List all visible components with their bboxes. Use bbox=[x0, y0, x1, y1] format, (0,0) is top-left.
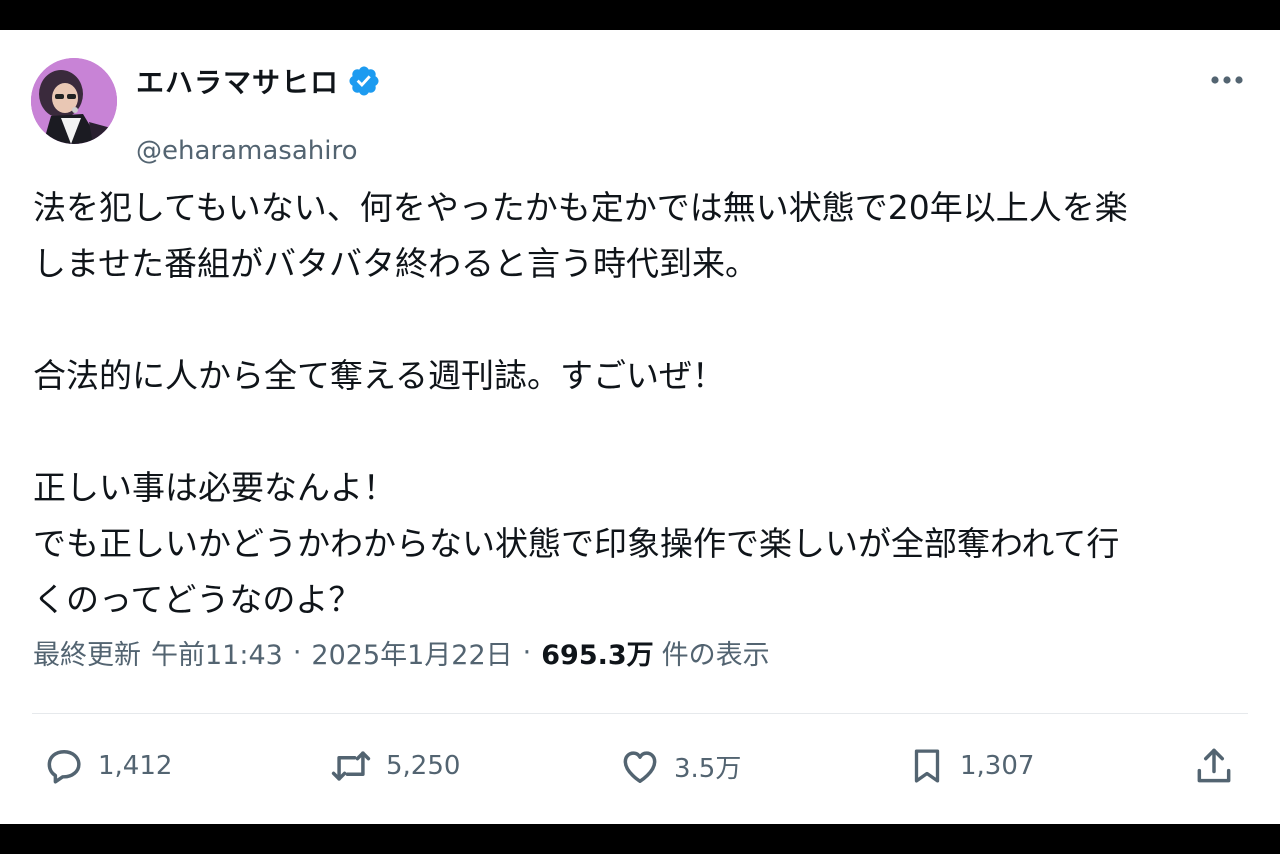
tweet-text-line: でも正しいかどうかわからない状態で印象操作で楽しいが全部奪われて行 bbox=[33, 524, 1120, 563]
bookmark-count: 1,307 bbox=[960, 751, 1035, 781]
tweet-text: 法を犯してもいない、何をやったかも定かでは無い状態で20年以上人を楽 しませた番… bbox=[33, 180, 1253, 628]
handle[interactable]: @eharamasahiro bbox=[136, 136, 358, 166]
tweet-text-line: 正しい事は必要なんよ！ bbox=[33, 468, 396, 507]
meta-separator: · bbox=[292, 637, 302, 668]
tweet-text-line: 法を犯してもいない、何をやったかも定かでは無い状態で20年以上人を楽 bbox=[33, 188, 1128, 227]
reply-icon bbox=[42, 744, 86, 788]
tweet-text-line: くのってどうなのよ？ bbox=[33, 580, 362, 619]
author-name-row: エハラマサヒロ bbox=[136, 63, 381, 99]
like-button[interactable]: 3.5万 bbox=[618, 740, 741, 792]
reply-count: 1,412 bbox=[98, 751, 173, 781]
tweet-time[interactable]: 午前11:43 bbox=[151, 633, 283, 672]
letterbox-bottom bbox=[0, 824, 1280, 854]
views-label: 件の表示 bbox=[661, 640, 770, 671]
bookmark-button[interactable]: 1,307 bbox=[906, 740, 1034, 792]
meta-separator: · bbox=[522, 637, 532, 668]
verified-badge-icon bbox=[347, 64, 381, 98]
tweet-card: エハラマサヒロ @eharamasahiro 法を犯してもいない、何をやったかも… bbox=[0, 30, 1280, 824]
tweet-text-line: 合法的に人から全て奪える週刊誌。すごいぜ！ bbox=[33, 356, 726, 395]
letterbox-top bbox=[0, 0, 1280, 30]
repost-button[interactable]: 5,250 bbox=[328, 740, 460, 792]
display-name[interactable]: エハラマサヒロ bbox=[136, 61, 339, 101]
heart-icon bbox=[618, 744, 662, 788]
bookmark-icon bbox=[906, 744, 948, 788]
more-icon[interactable] bbox=[1205, 62, 1249, 98]
like-count: 3.5万 bbox=[674, 753, 742, 784]
share-button[interactable] bbox=[1192, 740, 1236, 792]
divider bbox=[32, 713, 1248, 714]
action-bar: 1,412 5,250 3.5万 1,307 bbox=[0, 740, 1280, 792]
share-icon bbox=[1192, 744, 1236, 788]
tweet-date[interactable]: 2025年1月22日 bbox=[311, 633, 512, 672]
updated-label: 最終更新 bbox=[33, 640, 141, 671]
views-count[interactable]: 695.3万 bbox=[541, 633, 653, 672]
repost-count: 5,250 bbox=[386, 751, 461, 781]
tweet-text-line: しませた番組がバタバタ終わると言う時代到来。 bbox=[33, 244, 759, 283]
avatar[interactable] bbox=[31, 58, 117, 144]
repost-icon bbox=[328, 744, 374, 788]
tweet-meta: 最終更新 午前11:43 · 2025年1月22日 · 695.3万 件の表示 bbox=[33, 633, 770, 672]
reply-button[interactable]: 1,412 bbox=[42, 740, 172, 792]
